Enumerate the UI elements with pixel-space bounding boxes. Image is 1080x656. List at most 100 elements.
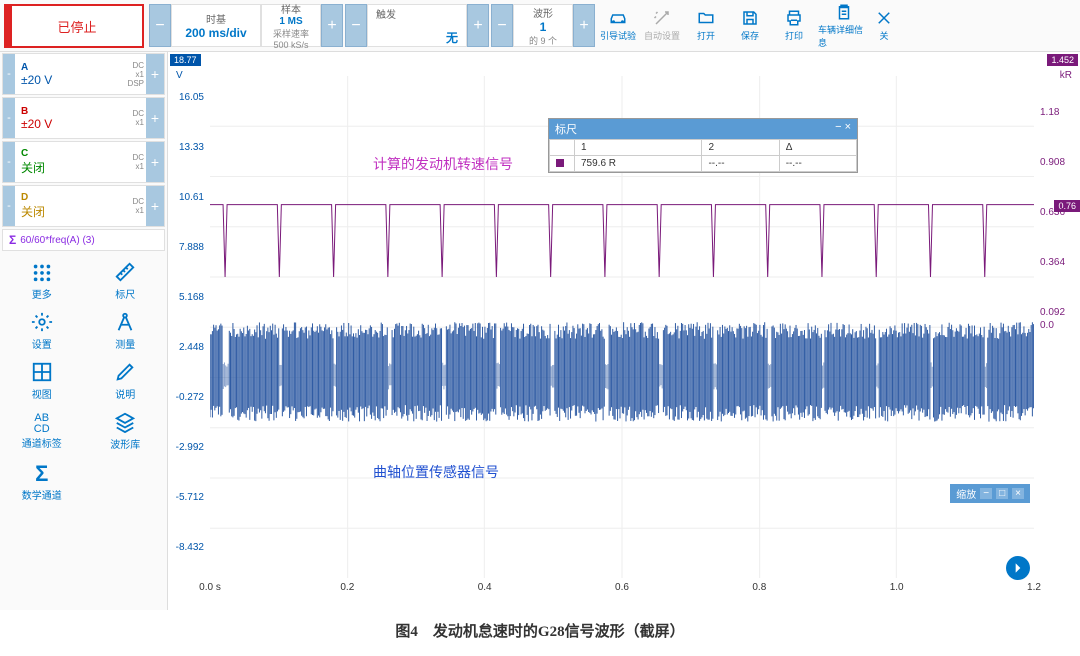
measure-button[interactable]: 测量 [84, 306, 168, 356]
note-button[interactable]: 说明 [84, 356, 168, 406]
open-label: 打开 [697, 29, 715, 42]
mathch-button[interactable]: Σ 数学通道 [0, 456, 84, 506]
ch-b-plus[interactable]: + [146, 98, 164, 138]
timebase-value: 200 ms/div [185, 26, 246, 40]
layers-icon [114, 411, 136, 433]
ch-c-label: C [21, 148, 110, 159]
chlabel-button[interactable]: AB CD 通道标签 [0, 406, 84, 456]
ch-d-collapse[interactable]: - [3, 186, 15, 226]
chevron-right-icon [1011, 561, 1025, 575]
view-button[interactable]: 视图 [0, 356, 84, 406]
vehicle-button[interactable]: 车辆详细信息 [816, 0, 872, 51]
purple-swatch-icon [556, 159, 564, 167]
trigger-group: − 触发 无 + [345, 4, 489, 47]
wavelib-button[interactable]: 波形库 [84, 406, 168, 456]
timebase-plus[interactable]: + [321, 4, 343, 47]
guide-button[interactable]: 引导试验 [596, 0, 640, 51]
channel-a[interactable]: - A ±20 V DC x1 DSP + [2, 53, 165, 95]
ruler-table: 1 2 Δ 759.6 R --.-- --.-- [549, 139, 857, 172]
trigger-plus[interactable]: + [467, 4, 489, 47]
samples-sub2: 500 kS/s [273, 40, 308, 50]
ruler-title: 标尺 [555, 121, 577, 137]
ruler-titlebar[interactable]: 标尺 − × [549, 119, 857, 139]
ch-c-collapse[interactable]: - [3, 142, 15, 182]
x-icon [873, 9, 895, 27]
ch-d-range: 关闭 [21, 203, 110, 220]
ruler-icon [114, 261, 136, 283]
zoom-close[interactable]: × [1012, 488, 1024, 499]
figure-caption: 图4 发动机怠速时的G28信号波形（截屏） [0, 610, 1080, 651]
trigger-box[interactable]: 触发 无 [367, 4, 467, 47]
trigger-value: 无 [446, 29, 458, 46]
zoom-square[interactable]: □ [996, 488, 1008, 499]
next-page-button[interactable] [1006, 556, 1030, 580]
ruler-val1: 759.6 R [575, 156, 702, 172]
save-button[interactable]: 保存 [728, 0, 772, 51]
trigger-minus[interactable]: − [345, 4, 367, 47]
settings-button[interactable]: 设置 [0, 306, 84, 356]
samples-box[interactable]: 样本 1 MS 采样速率 500 kS/s [261, 4, 321, 47]
channel-b[interactable]: - B ±20 V DC x1 + [2, 97, 165, 139]
ch-b-range: ±20 V [21, 117, 110, 131]
channel-c[interactable]: - C 关闭 DC x1 + [2, 141, 165, 183]
channel-d[interactable]: - D 关闭 DC x1 + [2, 185, 165, 227]
main-area: - A ±20 V DC x1 DSP + - B ±20 V DC x1 + [0, 52, 1080, 610]
sigma-icon: Σ [9, 233, 16, 247]
print-button[interactable]: 打印 [772, 0, 816, 51]
pencil-icon [114, 361, 136, 383]
timebase-minus[interactable]: − [149, 4, 171, 47]
wave-sub: 的 9 个 [529, 34, 557, 47]
chart-area[interactable]: 18.77 V 1.452 kR 0.76 16.0513.3310.617.8… [168, 52, 1080, 610]
ch-c-plus[interactable]: + [146, 142, 164, 182]
abcd-icon: AB CD [34, 413, 50, 435]
wave-label: 波形 [533, 5, 553, 20]
y-axis-right: 1.180.9080.6360.3640.0920.0 [1036, 52, 1080, 610]
ch-d-plus[interactable]: + [146, 186, 164, 226]
print-label: 打印 [785, 29, 803, 42]
status-button[interactable]: 已停止 [4, 4, 144, 48]
zoom-panel[interactable]: 缩放 − □ × [950, 484, 1030, 503]
wave-value: 1 [540, 20, 547, 34]
save-label: 保存 [741, 29, 759, 42]
math-channel[interactable]: Σ 60/60*freq(A) (3) [2, 229, 165, 251]
more-button[interactable]: 更多 [0, 256, 84, 306]
grid-icon [31, 361, 53, 383]
vehicle-label: 车辆详细信息 [818, 23, 870, 49]
open-button[interactable]: 打开 [684, 0, 728, 51]
auto-button[interactable]: 自动设置 [640, 0, 684, 51]
ch-a-label: A [21, 62, 110, 73]
gear-icon [31, 311, 53, 333]
guide-label: 引导试验 [600, 29, 636, 42]
ruler-close-icon[interactable]: − × [835, 121, 851, 137]
wave-minus[interactable]: − [491, 4, 513, 47]
timebase-box[interactable]: 时基 200 ms/div [171, 4, 261, 47]
math-expr: 60/60*freq(A) (3) [20, 235, 94, 246]
wand-icon [651, 9, 673, 27]
ch-b-collapse[interactable]: - [3, 98, 15, 138]
samples-sub1: 采样速率 [273, 27, 309, 40]
annotation-purple: 计算的发动机转速信号 [373, 154, 513, 174]
close-button[interactable]: 关 [872, 0, 896, 51]
wave-group: − 波形 1 的 9 个 + [491, 4, 595, 47]
ch-a-range: ±20 V [21, 73, 110, 87]
car-icon [607, 9, 629, 27]
trigger-label: 触发 [376, 6, 396, 21]
sidebar: - A ±20 V DC x1 DSP + - B ±20 V DC x1 + [0, 52, 168, 610]
ruler-button[interactable]: 标尺 [84, 256, 168, 306]
zoom-minus[interactable]: − [980, 488, 992, 499]
compass-icon [114, 311, 136, 333]
ch-d-label: D [21, 192, 110, 203]
ruler-panel[interactable]: 标尺 − × 1 2 Δ 759.6 R --.-- --.-- [548, 118, 858, 173]
zoom-label: 缩放 [956, 486, 976, 501]
ch-a-plus[interactable]: + [146, 54, 164, 94]
clipboard-icon [833, 3, 855, 21]
auto-label: 自动设置 [644, 29, 680, 42]
ch-b-label: B [21, 106, 110, 117]
wave-plus[interactable]: + [573, 4, 595, 47]
timebase-label: 时基 [206, 11, 226, 26]
wave-box[interactable]: 波形 1 的 9 个 [513, 4, 573, 47]
ch-c-range: 关闭 [21, 159, 110, 176]
x-axis: 0.0 s0.20.40.60.81.01.2 [210, 582, 1034, 602]
print-icon [783, 9, 805, 27]
ch-a-collapse[interactable]: - [3, 54, 15, 94]
